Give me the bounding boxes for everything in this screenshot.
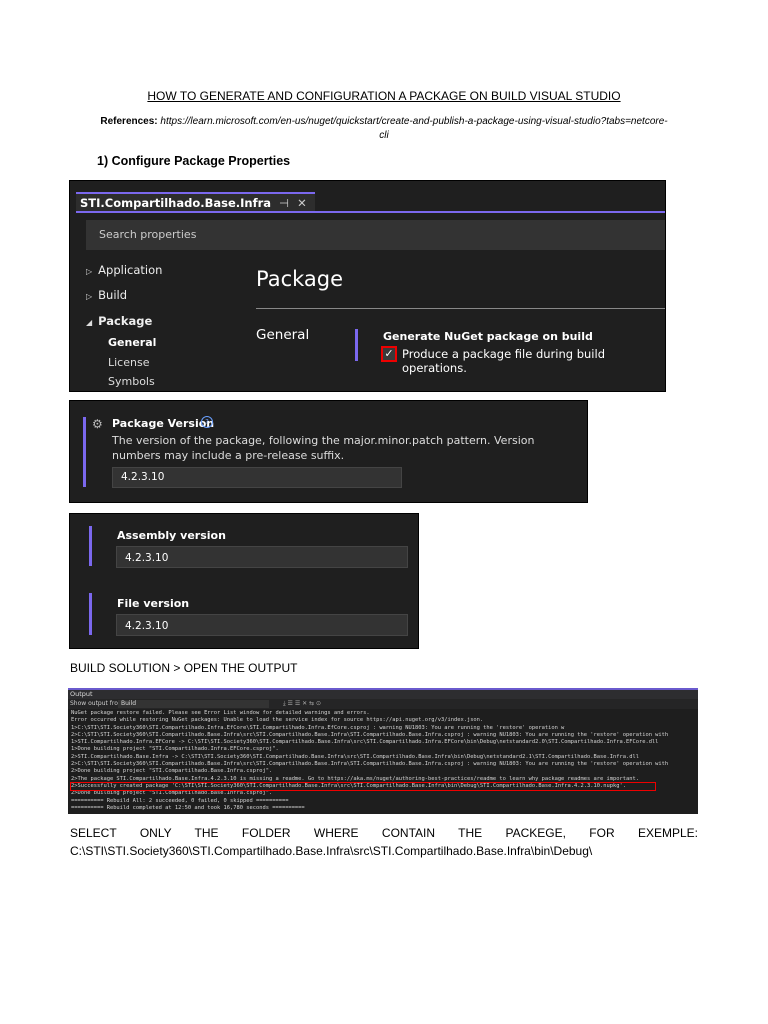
package-version-screenshot: ⚙ Package Version ? The version of the p… bbox=[69, 400, 588, 503]
document-title: HOW TO GENERATE AND CONFIGURATION A PACK… bbox=[147, 89, 621, 103]
section-general: General bbox=[256, 327, 310, 343]
nav-label: Build bbox=[98, 288, 128, 302]
output-line: ========== Rebuild completed at 12:50 an… bbox=[71, 804, 305, 811]
references-link[interactable]: https://learn.microsoft.com/en-us/nuget/… bbox=[160, 116, 667, 141]
accent-bar bbox=[89, 526, 92, 566]
output-line: 2>C:\STI\STI.Society360\STI.Compartilhad… bbox=[71, 761, 669, 768]
output-line: 1>Done building project "STI.Compartilha… bbox=[71, 746, 279, 753]
output-line: ========== Rebuild All: 2 succeeded, 0 f… bbox=[71, 797, 289, 804]
instruction-line-1: SELECT ONLY THE FOLDER WHERE CONTAIN THE… bbox=[70, 826, 698, 840]
nav-symbols[interactable]: Symbols bbox=[108, 375, 155, 388]
output-line: 2>Done building project "STI.Compartilha… bbox=[71, 790, 273, 797]
nav-application[interactable]: ▷ Application bbox=[86, 263, 162, 277]
output-line: Error occurred while restoring NuGet pac… bbox=[71, 717, 484, 724]
checkbox-label: Produce a package file during build oper… bbox=[402, 347, 605, 375]
tab-underline bbox=[76, 211, 665, 213]
search-input[interactable]: Search properties bbox=[86, 220, 665, 250]
output-title: Output bbox=[68, 690, 698, 699]
generate-label: Generate NuGet package on build bbox=[383, 330, 593, 343]
package-version-input[interactable]: 4.2.3.10 bbox=[112, 467, 402, 488]
file-version-label: File version bbox=[117, 597, 190, 610]
instruction-path: C:\STI\STI.Society360\STI.Compartilhado.… bbox=[70, 844, 593, 858]
close-icon[interactable]: ✕ bbox=[297, 196, 307, 210]
build-step-text: BUILD SOLUTION > OPEN THE OUTPUT bbox=[70, 661, 298, 675]
gear-icon: ⚙ bbox=[92, 417, 103, 431]
nav-general[interactable]: General bbox=[108, 336, 156, 349]
nav-build[interactable]: ▷ Build bbox=[86, 288, 127, 302]
divider bbox=[256, 308, 665, 309]
toolbar-icons[interactable]: ⤓ ☰ ☰ ✕ ⇆ ⊙ bbox=[283, 699, 321, 709]
pin-icon[interactable]: ⊣ bbox=[279, 196, 289, 210]
output-line: NuGet package restore failed. Please see… bbox=[71, 710, 370, 716]
expand-icon: ▷ bbox=[86, 267, 93, 276]
references: References: https://learn.microsoft.com/… bbox=[100, 115, 668, 143]
accent-bar bbox=[355, 329, 358, 361]
output-line: 2>Done building project "STI.Compartilha… bbox=[71, 768, 273, 775]
page-heading: Package bbox=[256, 267, 344, 291]
output-source-select[interactable]: Build bbox=[118, 700, 269, 708]
output-line: 2>STI.Compartilhado.Base.Infra -> C:\STI… bbox=[71, 753, 639, 760]
assembly-version-screenshot: Assembly version 4.2.3.10 File version 4… bbox=[69, 513, 419, 649]
nav-label: Application bbox=[98, 263, 163, 277]
file-version-input[interactable]: 4.2.3.10 bbox=[116, 614, 408, 636]
accent-bar bbox=[89, 593, 92, 635]
accent-bar bbox=[83, 417, 86, 487]
assembly-version-label: Assembly version bbox=[117, 529, 226, 542]
output-line: 1>STI.Compartilhado.Infra.EFCore -> C:\S… bbox=[71, 739, 659, 746]
project-properties-screenshot: STI.Compartilhado.Base.Infra ⊣ ✕ Search pr… bbox=[69, 180, 666, 392]
output-text: NuGet package restore failed. Please see… bbox=[68, 709, 698, 812]
output-line: 2>C:\STI\STI.Society360\STI.Compartilhad… bbox=[71, 731, 669, 738]
output-line: 1>C:\STI\STI.Society360\STI.Compartilhad… bbox=[71, 724, 565, 731]
tab-title: STI.Compartilhado.Base.Infra bbox=[80, 196, 272, 210]
assembly-version-input[interactable]: 4.2.3.10 bbox=[116, 546, 408, 568]
package-version-description: The version of the package, following th… bbox=[112, 434, 535, 462]
section-heading: 1) Configure Package Properties bbox=[97, 154, 291, 168]
document-tab[interactable]: STI.Compartilhado.Base.Infra ⊣ ✕ bbox=[76, 192, 315, 212]
output-line-highlighted: 2>Successfully created package 'C:\STI\S… bbox=[70, 781, 656, 792]
collapse-icon: ◢ bbox=[86, 318, 93, 327]
output-toolbar: Show output from: Build ⤓ ☰ ☰ ✕ ⇆ ⊙ bbox=[68, 699, 698, 709]
output-window: Output Show output from: Build ⤓ ☰ ☰ ✕ ⇆… bbox=[68, 688, 698, 814]
package-version-label: Package Version bbox=[112, 417, 215, 430]
nav-package[interactable]: ◢ Package bbox=[86, 314, 152, 328]
references-label: References: bbox=[100, 116, 158, 127]
generate-package-checkbox[interactable]: ✓ bbox=[381, 346, 397, 362]
nav-label: Package bbox=[98, 314, 153, 328]
nav-license[interactable]: License bbox=[108, 356, 149, 369]
output-line: 2>The package STI.Compartilhado.Base.Inf… bbox=[71, 775, 639, 782]
help-icon[interactable]: ? bbox=[201, 416, 213, 428]
expand-icon: ▷ bbox=[86, 292, 93, 301]
